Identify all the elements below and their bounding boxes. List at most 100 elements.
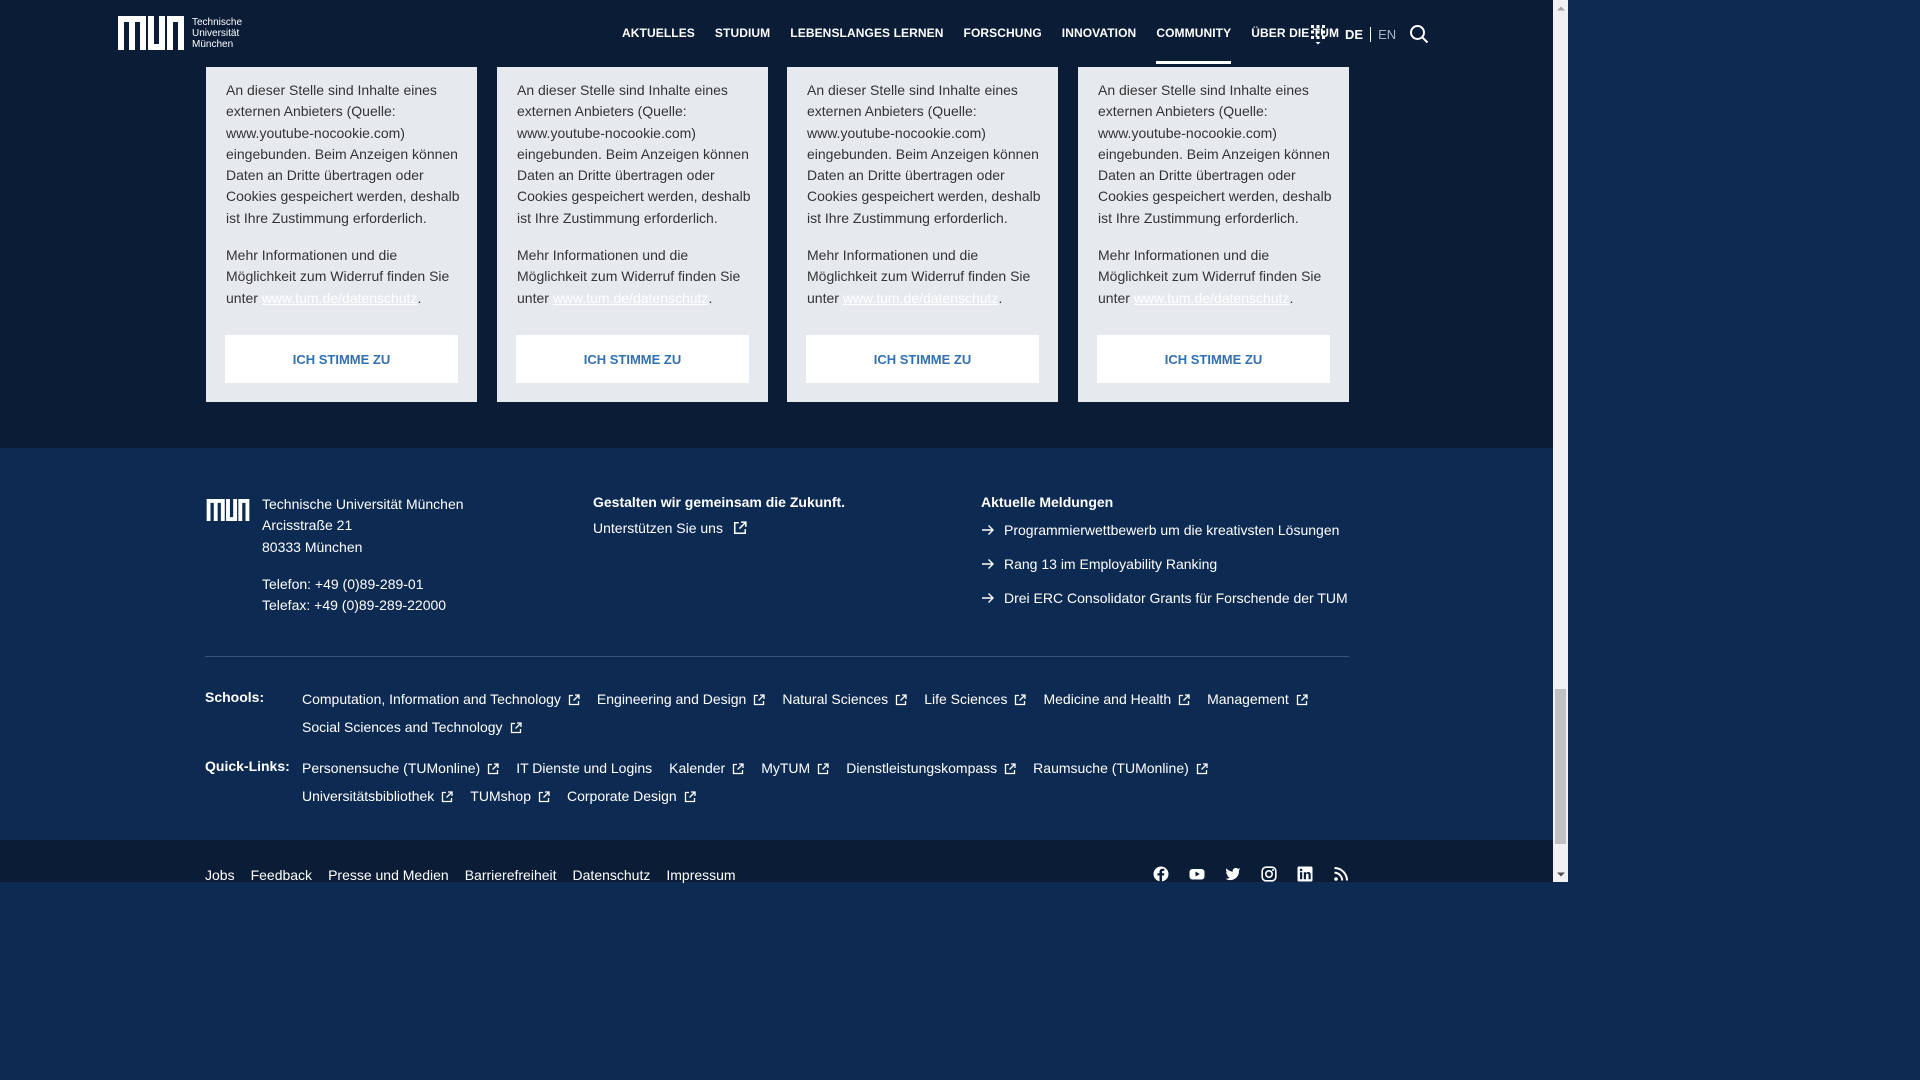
consent-more-info: Mehr Informationen und die Möglichkeit z… [517, 245, 753, 309]
footer-divider [205, 656, 1349, 657]
legal-links: Jobs Feedback Presse und Medien Barrierefre… [205, 867, 736, 883]
consent-period: . [998, 289, 1003, 306]
support-link[interactable]: Unterstützen Sie uns [593, 520, 747, 536]
nav-item-lebenslanges-lernen[interactable]: LEBENSLANGES LERNEN [780, 0, 953, 67]
school-link[interactable]: Social Sciences and Technology [302, 717, 522, 738]
school-link[interactable]: Life Sciences [924, 689, 1027, 710]
consent-paragraph: An dieser Stelle sind Inhalte eines exte… [807, 82, 1041, 226]
privacy-link[interactable]: www.tum.de/datenschutz [1134, 290, 1290, 306]
quicklink[interactable]: MyTUM [761, 758, 829, 779]
consent-paragraph: An dieser Stelle sind Inhalte eines exte… [1098, 82, 1332, 226]
legal-link[interactable]: Datenschutz [573, 867, 651, 883]
quicklink-label: IT Dienste und Logins [516, 760, 653, 776]
arrow-right-icon [982, 559, 994, 569]
consent-paragraph: An dieser Stelle sind Inhalte eines exte… [517, 82, 751, 226]
consent-text: An dieser Stelle sind Inhalte eines exte… [517, 80, 753, 309]
school-link[interactable]: Medicine and Health [1043, 689, 1190, 710]
logo-text: Technische Universität München [192, 17, 242, 50]
nav-item-innovation[interactable]: INNOVATION [1052, 0, 1147, 67]
school-link-label: Medicine and Health [1043, 691, 1172, 707]
external-link-icon [1005, 762, 1016, 774]
scroll-up-arrow-icon[interactable] [1553, 0, 1568, 15]
schools-label: Schools: [205, 689, 265, 705]
quicklink-label: Personensuche (TUMonline) [302, 760, 481, 776]
quicklink[interactable]: Corporate Design [567, 786, 696, 807]
lang-de[interactable]: DE [1345, 26, 1372, 42]
quicklink[interactable]: Personensuche (TUMonline) [302, 758, 499, 779]
facebook-icon[interactable] [1153, 866, 1169, 882]
legal-link[interactable]: Presse und Medien [328, 867, 449, 883]
quicklink-label: Universitätsbibliothek [302, 788, 435, 804]
address-street: Arcisstraße 21 [262, 517, 353, 534]
external-link-icon [538, 790, 550, 802]
quicklinks-links: Personensuche (TUMonline) IT Dienste und … [302, 758, 1362, 807]
nav-item-ueber-die-tum[interactable]: ÜBER DIE TUM [1241, 0, 1349, 67]
external-link-icon [733, 521, 747, 535]
legal-link[interactable]: Feedback [251, 867, 312, 883]
scrollbar-thumb[interactable] [1555, 689, 1566, 844]
school-link[interactable]: Management [1207, 689, 1308, 710]
consent-card: An dieser Stelle sind Inhalte eines exte… [497, 67, 768, 402]
rss-icon[interactable] [1333, 866, 1349, 882]
nav-item-studium[interactable]: STUDIUM [705, 0, 780, 67]
support-link-label: Unterstützen Sie uns [593, 520, 723, 536]
address-name: Technische Universität München [262, 496, 464, 512]
nav-item-community[interactable]: COMMUNITY [1146, 0, 1241, 67]
consent-more-info: Mehr Informationen und die Möglichkeit z… [807, 245, 1043, 309]
twitter-icon[interactable] [1225, 866, 1241, 882]
external-link-icon [733, 762, 744, 774]
address-city: 80333 München [262, 538, 363, 555]
address-phone[interactable]: Telefon: +49 (0)89-289-01 [262, 574, 464, 595]
tum-footer-logo[interactable] [205, 499, 251, 521]
lang-en[interactable]: EN [1371, 27, 1396, 42]
school-link-label: Life Sciences [924, 691, 1008, 707]
school-link[interactable]: Natural Sciences [782, 689, 907, 710]
nav-item-aktuelles[interactable]: AKTUELLES [612, 0, 705, 67]
news-item[interactable]: Drei ERC Consolidator Grants für Forsche… [981, 588, 1348, 608]
consent-paragraph: An dieser Stelle sind Inhalte eines exte… [226, 82, 460, 226]
news-item[interactable]: Rang 13 im Employability Ranking [981, 554, 1348, 574]
school-link-label: Computation, Information and Technology [302, 691, 561, 707]
linkedin-icon[interactable] [1297, 866, 1313, 882]
consent-accept-button[interactable]: ICH STIMME ZU [1097, 335, 1330, 383]
site-footer: Technische Universität München Arcisstra… [0, 448, 1553, 840]
quicklink[interactable]: Universitätsbibliothek [302, 786, 453, 807]
privacy-link[interactable]: www.tum.de/datenschutz [262, 290, 418, 306]
consent-accept-button[interactable]: ICH STIMME ZU [225, 335, 458, 383]
search-icon[interactable] [1409, 24, 1429, 44]
school-link-label: Management [1207, 691, 1289, 707]
page-scrollbar[interactable] [1553, 0, 1568, 882]
quicklink[interactable]: Dienstleistungskompass [846, 758, 1016, 779]
privacy-link[interactable]: www.tum.de/datenschutz [553, 290, 709, 306]
legal-link[interactable]: Impressum [666, 867, 735, 883]
school-link[interactable]: Engineering and Design [597, 689, 766, 710]
arrow-right-icon [982, 593, 994, 603]
legal-link[interactable]: Barrierefreiheit [465, 867, 557, 883]
external-link-icon [510, 721, 522, 733]
instagram-icon[interactable] [1261, 866, 1277, 882]
support-title: Gestalten wir gemeinsam die Zukunft. [593, 494, 846, 510]
legal-link[interactable]: Jobs [205, 867, 235, 883]
consent-text: An dieser Stelle sind Inhalte eines exte… [226, 80, 462, 309]
tum-logo[interactable]: Technische Universität München [118, 16, 242, 50]
news-list: Programmierwettbewerb um die kreativsten… [981, 520, 1348, 622]
external-link-icon [568, 693, 580, 705]
quicklink[interactable]: TUMshop [470, 786, 550, 807]
news-item-label: Programmierwettbewerb um die kreativsten… [1004, 522, 1340, 538]
apps-grid-icon[interactable] [1309, 24, 1327, 46]
quicklink[interactable]: Kalender [669, 758, 744, 779]
youtube-icon[interactable] [1189, 866, 1205, 882]
quicklink[interactable]: Raumsuche (TUMonline) [1033, 758, 1208, 779]
privacy-link[interactable]: www.tum.de/datenschutz [843, 290, 999, 306]
nav-item-forschung[interactable]: FORSCHUNG [954, 0, 1052, 67]
consent-accept-button[interactable]: ICH STIMME ZU [806, 335, 1039, 383]
social-links [1153, 866, 1349, 882]
consent-accept-button[interactable]: ICH STIMME ZU [516, 335, 749, 383]
school-link[interactable]: Computation, Information and Technology [302, 689, 580, 710]
external-link-icon [442, 790, 453, 802]
scroll-down-arrow-icon[interactable] [1553, 867, 1568, 882]
news-item[interactable]: Programmierwettbewerb um die kreativsten… [981, 520, 1348, 540]
quicklink[interactable]: IT Dienste und Logins [516, 758, 652, 779]
consent-period: . [1289, 289, 1294, 306]
external-link-icon [1296, 693, 1308, 705]
